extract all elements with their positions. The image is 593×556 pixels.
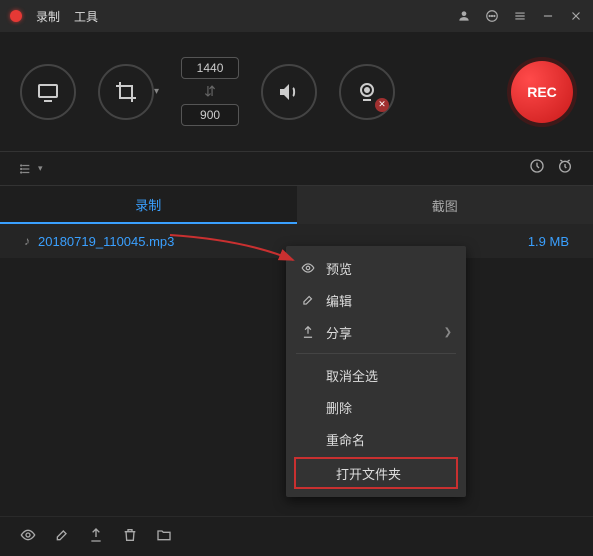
width-input[interactable]: 1440 [181, 57, 239, 79]
record-button[interactable]: REC [511, 61, 573, 123]
delete-icon[interactable] [122, 527, 138, 547]
ctx-label: 编辑 [326, 291, 352, 310]
ctx-label: 重命名 [326, 430, 365, 449]
app-logo [10, 10, 22, 22]
ctx-preview[interactable]: 预览 [286, 252, 466, 284]
ctx-edit[interactable]: 编辑 [286, 284, 466, 316]
disabled-badge-icon: ✕ [375, 98, 389, 112]
tab-screenshot[interactable]: 截图 [297, 186, 593, 224]
context-menu: 预览 编辑 分享 ❯ 取消全选 删除 重命名 打开文件夹 [286, 246, 466, 497]
ctx-label: 删除 [326, 398, 352, 417]
file-name[interactable]: 20180719_110045.mp3 [38, 234, 174, 249]
chat-icon[interactable] [485, 9, 499, 23]
sub-bar: ▾ [0, 152, 593, 186]
ctx-delete[interactable]: 删除 [286, 391, 466, 423]
dimension-box: 1440 ⇵ 900 [181, 57, 239, 126]
preview-icon[interactable] [20, 527, 36, 547]
music-icon: ♪ [24, 234, 30, 248]
ctx-label: 分享 [326, 323, 352, 342]
webcam-button[interactable]: ✕ [339, 64, 395, 120]
close-icon[interactable] [569, 9, 583, 23]
alarm-icon[interactable] [557, 158, 573, 179]
audio-source-button[interactable] [261, 64, 317, 120]
file-size: 1.9 MB [528, 234, 569, 249]
folder-icon[interactable] [156, 527, 172, 547]
menu-tools[interactable]: 工具 [74, 8, 98, 25]
tab-record[interactable]: 录制 [0, 186, 297, 224]
ctx-label: 打开文件夹 [336, 464, 401, 483]
ctx-deselect-all[interactable]: 取消全选 [286, 359, 466, 391]
crop-region-button[interactable] [98, 64, 154, 120]
list-toggle-button[interactable]: ▾ [20, 162, 43, 176]
chevron-down-icon[interactable]: ▾ [154, 86, 159, 97]
hamburger-icon[interactable] [513, 9, 527, 23]
upload-icon [300, 325, 316, 339]
aspect-lock-icon[interactable]: ⇵ [204, 83, 216, 100]
eye-icon [300, 261, 316, 275]
ctx-open-folder[interactable]: 打开文件夹 [294, 457, 458, 489]
main-toolbar: ▾ 1440 ⇵ 900 ✕ REC [0, 32, 593, 152]
height-input[interactable]: 900 [181, 104, 239, 126]
brush-icon [300, 293, 316, 307]
separator [296, 353, 456, 354]
titlebar: 录制 工具 [0, 0, 593, 32]
display-source-button[interactable] [20, 64, 76, 120]
account-icon[interactable] [457, 9, 471, 23]
share-icon[interactable] [88, 527, 104, 547]
chevron-right-icon: ❯ [444, 327, 452, 338]
bottom-bar [0, 516, 593, 556]
ctx-label: 预览 [326, 259, 352, 278]
chevron-down-icon: ▾ [38, 163, 43, 174]
tab-bar: 录制 截图 [0, 186, 593, 224]
menu-record[interactable]: 录制 [36, 8, 60, 25]
ctx-label: 取消全选 [326, 366, 378, 385]
ctx-share[interactable]: 分享 ❯ [286, 316, 466, 348]
minimize-icon[interactable] [541, 9, 555, 23]
ctx-rename[interactable]: 重命名 [286, 423, 466, 455]
schedule-icon[interactable] [529, 158, 545, 179]
edit-icon[interactable] [54, 527, 70, 547]
